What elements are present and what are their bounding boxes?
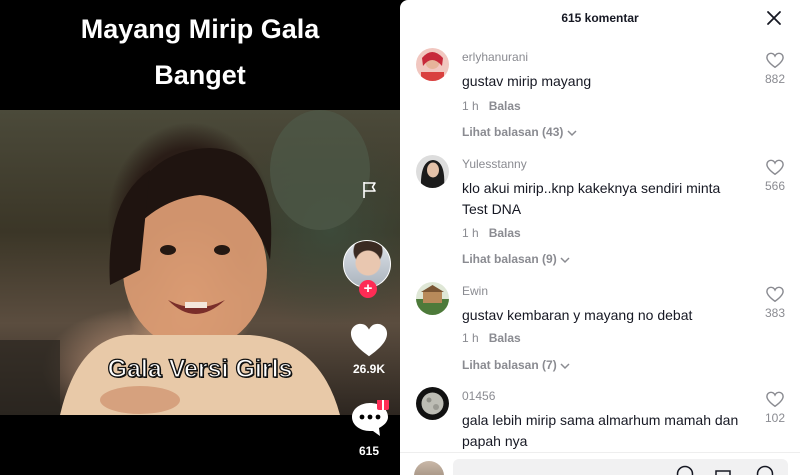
creator-avatar-button[interactable]: + <box>343 240 393 298</box>
comments-panel: 615 komentar erlyhanurani gustav mirip m… <box>400 0 800 475</box>
chevron-down-icon <box>560 257 570 263</box>
comment-like-count: 383 <box>764 306 786 320</box>
gift-icon[interactable] <box>714 465 732 475</box>
comment-like[interactable]: 383 <box>755 286 795 320</box>
emoji-icon[interactable] <box>756 465 774 475</box>
comment-like-count: 102 <box>764 411 786 425</box>
heart-outline-icon[interactable] <box>766 159 784 176</box>
comment-text: gustav kembaran y mayang no debat <box>462 307 693 323</box>
heart-outline-icon[interactable] <box>766 52 784 69</box>
reply-button[interactable]: Balas <box>489 226 521 240</box>
comment-username[interactable]: erlyhanurani <box>462 50 528 64</box>
comments-title: 615 komentar <box>561 11 639 25</box>
comment-username[interactable]: Yulesstanny <box>462 157 527 171</box>
comment-text: gala lebih mirip sama almarhum mamah dan… <box>462 412 739 449</box>
video-title: Mayang Mirip Gala Banget <box>0 6 400 98</box>
comment-username[interactable]: 01456 <box>462 389 495 403</box>
comment-item: erlyhanurani gustav mirip mayang 1 h Bala… <box>400 48 800 148</box>
avatar[interactable] <box>416 155 449 188</box>
comment-time: 1 h <box>462 99 479 113</box>
video-title-line2: Banget <box>154 60 246 90</box>
comment-item: 01456 gala lebih mirip sama almarhum mam… <box>400 387 800 457</box>
comment-item: Yulesstanny klo akui mirip..knp kakeknya… <box>400 155 800 270</box>
comment-like-count: 566 <box>764 179 786 193</box>
comment-time: 1 h <box>462 226 479 240</box>
comment-count: 615 <box>358 444 380 458</box>
comment-input[interactable] <box>453 459 788 475</box>
video-player[interactable]: Mayang Mirip Gala Banget Gala Versi Girl… <box>0 0 400 475</box>
comment-time: 1 h <box>462 331 479 345</box>
chevron-down-icon <box>567 130 577 136</box>
comment-input-bar <box>400 452 800 475</box>
like-count: 26.9K <box>352 362 386 376</box>
heart-outline-icon[interactable] <box>766 286 784 303</box>
avatar <box>414 461 444 475</box>
gift-icon <box>377 400 389 410</box>
view-replies-label: Lihat balasan (43) <box>462 125 564 139</box>
comments-header: 615 komentar <box>400 0 800 36</box>
heart-icon[interactable] <box>350 322 388 360</box>
close-icon[interactable] <box>765 9 783 27</box>
view-replies-label: Lihat balasan (7) <box>462 358 557 372</box>
chevron-down-icon <box>560 363 570 369</box>
at-icon[interactable] <box>676 465 694 475</box>
comment-meta: 1 h Balas <box>462 99 521 113</box>
reply-button[interactable]: Balas <box>489 331 521 345</box>
view-replies-label: Lihat balasan (9) <box>462 252 557 266</box>
comment-meta: 1 h Balas <box>462 226 521 240</box>
plus-icon[interactable]: + <box>359 280 377 298</box>
view-replies-button[interactable]: Lihat balasan (7) <box>462 358 570 372</box>
comment-item: Ewin gustav kembaran y mayang no debat 1… <box>400 282 800 377</box>
comment-like[interactable]: 566 <box>755 159 795 193</box>
view-replies-button[interactable]: Lihat balasan (9) <box>462 252 570 266</box>
comment-icon[interactable] <box>350 400 390 438</box>
comment-text: gustav mirip mayang <box>462 73 592 89</box>
comment-text: klo akui mirip..knp kakeknya sendiri min… <box>462 180 721 217</box>
comment-username[interactable]: Ewin <box>462 284 488 298</box>
comment-like[interactable]: 882 <box>755 52 795 86</box>
avatar[interactable] <box>416 387 449 420</box>
flag-icon[interactable] <box>360 180 380 200</box>
avatar[interactable] <box>416 282 449 315</box>
reply-button[interactable]: Balas <box>489 99 521 113</box>
video-title-line1: Mayang Mirip Gala <box>80 14 320 44</box>
view-replies-button[interactable]: Lihat balasan (43) <box>462 125 577 139</box>
comment-like-count: 882 <box>764 72 786 86</box>
comment-meta: 1 h Balas <box>462 331 521 345</box>
heart-outline-icon[interactable] <box>766 391 784 408</box>
comment-like[interactable]: 102 <box>755 391 795 425</box>
avatar[interactable] <box>416 48 449 81</box>
